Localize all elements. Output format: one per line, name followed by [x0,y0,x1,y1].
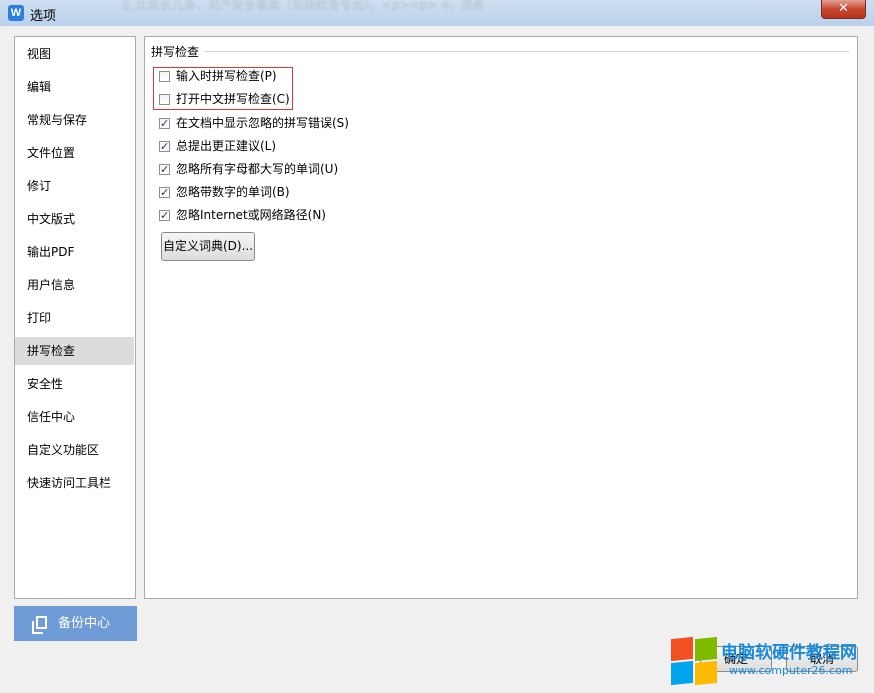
group-title: 拼写检查 [151,43,204,60]
checkbox[interactable] [159,71,170,82]
checkbox[interactable] [159,138,170,156]
spellcheck-option[interactable]: 在文档中显示忽略的拼写错误(S) [159,114,349,133]
close-button[interactable]: ✕ [821,0,866,19]
sidebar-item[interactable]: 打印 [15,304,134,332]
watermark: 电脑软硬件教程网 www.computer26.com [669,636,869,688]
options-dialog: W 选项 主,比就长儿身、对产安全事故（包括检查专出）、<p><p> 4、须表 … [0,0,874,693]
option-label: 忽略Internet或网络路径(N) [176,208,326,222]
dialog-body: 视图 编辑 常规与保存 文件位置 修订 中文版式 输出PDF 用户信息 打印 拼写检查 安全性 信任中… [8,26,866,685]
spellcheck-option[interactable]: 忽略所有字母都大写的单词(U) [159,160,339,179]
sidebar-item[interactable]: 修订 [15,172,134,200]
option-label: 在文档中显示忽略的拼写错误(S) [176,116,349,130]
sidebar-item[interactable]: 拼写检查 [15,337,134,365]
custom-dictionary-button[interactable]: 自定义词典(D)... [161,232,255,261]
backup-center-button[interactable]: 备份中心 [14,606,137,641]
option-label: 总提出更正建议(L) [176,139,277,153]
spellcheck-option[interactable]: 忽略带数字的单词(B) [159,183,290,202]
background-document-text: 主,比就长儿身、对产安全事故（包括检查专出）、<p><p> 4、须表 [120,0,485,12]
group-divider [205,51,849,52]
wps-writer-icon: W [8,5,24,21]
sidebar-item[interactable]: 用户信息 [15,271,134,299]
spellcheck-option[interactable]: 忽略Internet或网络路径(N) [159,206,326,225]
sidebar-item[interactable]: 信任中心 [15,403,134,431]
sidebar-item[interactable]: 快速访问工具栏 [15,469,134,497]
option-label: 输入时拼写检查(P) [176,69,277,83]
option-label: 打开中文拼写检查(C) [176,92,290,106]
sidebar-item[interactable]: 常规与保存 [15,106,134,134]
backup-icon [32,616,47,634]
spellcheck-option[interactable]: 打开中文拼写检查(C) [159,90,290,108]
sidebar-item[interactable]: 安全性 [15,370,134,398]
sidebar-item[interactable]: 输出PDF [15,238,134,266]
spellcheck-option[interactable]: 输入时拼写检查(P) [159,67,277,85]
checkbox[interactable] [159,115,170,133]
checkbox[interactable] [159,184,170,202]
sidebar-item[interactable]: 文件位置 [15,139,134,167]
windows-logo-icon [669,636,719,688]
checkbox[interactable] [159,161,170,179]
sidebar-item[interactable]: 中文版式 [15,205,134,233]
option-label: 忽略带数字的单词(B) [176,185,290,199]
sidebar-item[interactable]: 视图 [15,40,134,68]
backup-label: 备份中心 [58,616,111,631]
sidebar-item[interactable]: 自定义功能区 [15,436,134,464]
sidebar-item[interactable]: 编辑 [15,73,134,101]
spellcheck-option[interactable]: 总提出更正建议(L) [159,137,277,156]
checkbox[interactable] [159,94,170,105]
dialog-title: 选项 [30,9,57,24]
checkbox[interactable] [159,207,170,225]
title-bar[interactable]: W 选项 主,比就长儿身、对产安全事故（包括检查专出）、<p><p> 4、须表 … [0,0,874,26]
settings-panel: 拼写检查 输入时拼写检查(P) 打开中文拼写检查(C) 在文档中显示忽略的拼写错误(… [144,36,858,599]
category-list: 视图编辑常规与保存文件位置修订中文版式输出PDF 用户信息打印拼写检查安全性信任中… [14,36,136,599]
watermark-title: 电脑软硬件教程网 [721,643,857,663]
option-label: 忽略所有字母都大写的单词(U) [176,162,339,176]
watermark-url: www.computer26.com [729,664,853,677]
